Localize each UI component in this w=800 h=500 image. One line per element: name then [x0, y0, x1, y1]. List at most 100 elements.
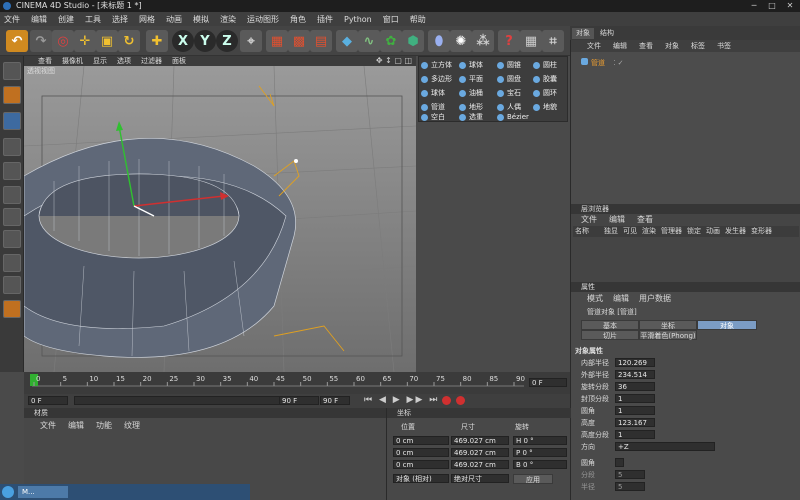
- undo-icon[interactable]: ↶: [6, 30, 28, 52]
- orientation-select[interactable]: +Z: [615, 442, 715, 451]
- timeline-ruler[interactable]: 0 5 10 15 20 25 30 35 40 45 50 55 60 65 70 75 80 85 90 0 F: [24, 372, 570, 394]
- primitive-cone[interactable]: 圆锥: [495, 59, 521, 71]
- mat-menu-file[interactable]: 文件: [40, 420, 56, 431]
- visibility-dots-icon[interactable]: ⁚ ✓: [613, 59, 623, 67]
- vp-menu-view[interactable]: 查看: [38, 56, 52, 66]
- menu-create[interactable]: 创建: [58, 14, 74, 25]
- attr-menu-edit[interactable]: 编辑: [613, 293, 629, 304]
- vp-menu-panel[interactable]: 面板: [172, 56, 186, 66]
- light-icon[interactable]: ?: [498, 30, 520, 52]
- tab-object[interactable]: 对象: [697, 320, 757, 330]
- primitive-gem[interactable]: 宝石: [495, 87, 521, 99]
- fillet-field[interactable]: 1: [615, 406, 655, 415]
- viewport-nav-icons[interactable]: ✥ ↕ ▢ ◫: [376, 56, 412, 65]
- end-frame-field[interactable]: 90 F: [279, 396, 319, 405]
- make-editable-icon[interactable]: [3, 62, 21, 80]
- menu-plugins[interactable]: 插件: [317, 14, 333, 25]
- height-segments-field[interactable]: 1: [615, 430, 655, 439]
- rot-h-field[interactable]: H 0 °: [513, 436, 567, 445]
- mat-menu-edit[interactable]: 编辑: [68, 420, 84, 431]
- close-button[interactable]: ✕: [782, 0, 798, 11]
- layer-menu-edit[interactable]: 编辑: [609, 214, 625, 225]
- tab-objects[interactable]: 对象: [572, 28, 594, 39]
- primitive-bezier[interactable]: Bézier: [495, 111, 529, 123]
- inner-radius-field[interactable]: 120.269: [615, 358, 655, 367]
- fillet-segments-field[interactable]: 5: [615, 470, 645, 479]
- primitive-relief[interactable]: 地貌: [531, 101, 557, 113]
- snap-icon[interactable]: ✚: [146, 30, 168, 52]
- menu-file[interactable]: 文件: [4, 14, 20, 25]
- rotate-icon[interactable]: ↻: [118, 30, 140, 52]
- minimize-button[interactable]: ─: [746, 0, 762, 11]
- z-axis-icon[interactable]: Z: [216, 30, 238, 52]
- start-orb-icon[interactable]: [2, 486, 14, 498]
- menu-window[interactable]: 窗口: [383, 14, 399, 25]
- size-y-field[interactable]: 469.027 cm: [451, 448, 509, 457]
- menu-tools[interactable]: 工具: [85, 14, 101, 25]
- primitive-torus[interactable]: 球体: [419, 87, 445, 99]
- autokey-icon[interactable]: [456, 396, 465, 405]
- render-settings-icon[interactable]: ▤: [310, 30, 332, 52]
- mat-menu-function[interactable]: 功能: [96, 420, 112, 431]
- start-frame-field[interactable]: 0 F: [28, 396, 68, 405]
- mat-menu-texture[interactable]: 纹理: [124, 420, 140, 431]
- vp-menu-options[interactable]: 选项: [117, 56, 131, 66]
- vp-menu-display[interactable]: 显示: [93, 56, 107, 66]
- attr-menu-userdata[interactable]: 用户数据: [639, 293, 671, 304]
- tab-slice[interactable]: 切片: [581, 330, 639, 340]
- menu-select[interactable]: 选择: [112, 14, 128, 25]
- cap-segments-field[interactable]: 1: [615, 394, 655, 403]
- rot-b-field[interactable]: B 0 °: [513, 460, 567, 469]
- menu-animate[interactable]: 动画: [166, 14, 182, 25]
- workplane-mode-icon[interactable]: [3, 162, 21, 180]
- move-icon[interactable]: ✛: [74, 30, 96, 52]
- record-icon[interactable]: [442, 396, 451, 405]
- layout-icon[interactable]: ⌗: [542, 30, 564, 52]
- model-mode-icon[interactable]: [3, 86, 21, 104]
- select-icon[interactable]: ◎: [52, 30, 74, 52]
- attr-menu-mode[interactable]: 模式: [587, 293, 603, 304]
- primitive-plane[interactable]: 平面: [457, 73, 483, 85]
- menu-help[interactable]: 帮助: [410, 14, 426, 25]
- outer-radius-field[interactable]: 234.514: [615, 370, 655, 379]
- tab-structure[interactable]: 结构: [596, 28, 618, 39]
- snapping-icon[interactable]: [3, 300, 21, 318]
- pos-x-field[interactable]: 0 cm: [393, 436, 449, 445]
- deformer-icon[interactable]: ⬮: [428, 30, 450, 52]
- scale-icon[interactable]: ▣: [96, 30, 118, 52]
- primitive-capsule[interactable]: 胶囊: [531, 73, 557, 85]
- vp-menu-cameras[interactable]: 摄像机: [62, 56, 83, 66]
- om-menu-file[interactable]: 文件: [587, 41, 601, 51]
- menu-simulate[interactable]: 模拟: [193, 14, 209, 25]
- y-axis-icon[interactable]: Y: [194, 30, 216, 52]
- om-menu-view[interactable]: 查看: [639, 41, 653, 51]
- layer-menu-view[interactable]: 查看: [637, 214, 653, 225]
- primitive-cube[interactable]: 立方体: [419, 59, 452, 71]
- fillet-checkbox[interactable]: [615, 458, 624, 467]
- enable-axis-icon[interactable]: [3, 254, 21, 272]
- menu-mograph[interactable]: 运动图形: [247, 14, 279, 25]
- apply-button[interactable]: 应用: [513, 474, 553, 484]
- primitive-null[interactable]: 空白: [419, 111, 445, 123]
- pos-z-field[interactable]: 0 cm: [393, 460, 449, 469]
- max-frame-field[interactable]: 90 F: [320, 396, 350, 405]
- generator-icon[interactable]: ✿: [380, 30, 402, 52]
- current-frame-field[interactable]: 0 F: [529, 378, 567, 387]
- edge-mode-icon[interactable]: [3, 208, 21, 226]
- tweak-mode-icon[interactable]: [3, 276, 21, 294]
- object-mode-icon[interactable]: [3, 112, 21, 130]
- taskbar-item[interactable]: M...: [18, 486, 68, 498]
- tube-object[interactable]: [24, 138, 296, 358]
- om-menu-bookmarks[interactable]: 书签: [717, 41, 731, 51]
- redo-icon[interactable]: ↷: [30, 30, 52, 52]
- om-menu-object[interactable]: 对象: [665, 41, 679, 51]
- primitive-select[interactable]: 选重: [457, 111, 483, 123]
- vp-menu-filter[interactable]: 过滤器: [141, 56, 162, 66]
- tab-phong[interactable]: 平滑着色(Phong): [639, 330, 697, 340]
- primitive-polygon[interactable]: 多边形: [419, 73, 452, 85]
- menu-render[interactable]: 渲染: [220, 14, 236, 25]
- tab-basic[interactable]: 基本: [581, 320, 639, 330]
- pos-y-field[interactable]: 0 cm: [393, 448, 449, 457]
- tab-coord[interactable]: 坐标: [639, 320, 697, 330]
- coord-icon[interactable]: ⌖: [240, 30, 262, 52]
